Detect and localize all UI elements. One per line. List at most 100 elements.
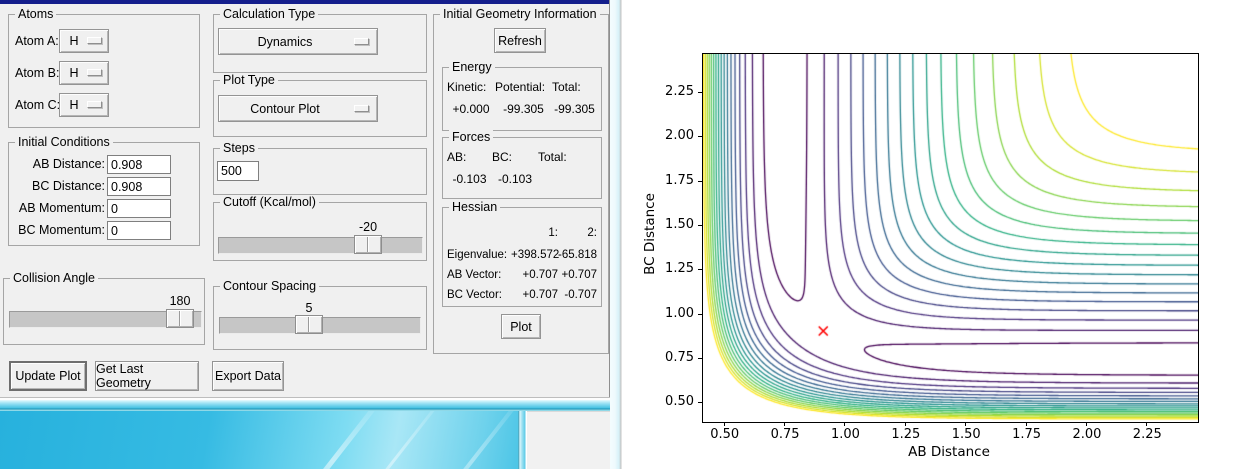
x-tick-mark <box>904 422 906 426</box>
energy-value: -99.305 <box>554 102 595 116</box>
atom-dropdown-value: H <box>69 66 79 80</box>
hessian-cell: AB Vector: <box>447 269 502 281</box>
window-bottom-glass-border <box>0 397 610 411</box>
plot-type-dropdown[interactable]: Contour Plot <box>218 95 378 122</box>
collision-angle-value: 180 <box>169 294 191 308</box>
contour-plot-window: 0.50 0.75 1.00 1.25 1.50 1.75 2.00 2.25 0.50 0.75… <box>610 0 1256 469</box>
hessian-row: Eigenvalue: +398.572 -65.818 <box>447 248 597 262</box>
collision-angle-slider[interactable] <box>9 309 202 328</box>
collision-angle-slider-handle[interactable] <box>166 309 194 328</box>
energy-value: -99.305 <box>503 102 544 116</box>
simulation-control-window: Atoms Atom A: H Atom B: H Atom C: H Calculati… <box>0 0 610 411</box>
y-tick-mark <box>698 313 702 315</box>
y-tick-mark <box>698 136 702 138</box>
atom-row-label: Atom B: <box>15 66 60 80</box>
y-tick-label: 1.25 <box>665 261 694 277</box>
x-tick-label: 2.00 <box>1072 427 1102 442</box>
hessian-cell: +0.707 <box>522 289 559 301</box>
y-tick-mark <box>698 402 702 404</box>
initial-condition-input-3[interactable] <box>107 221 171 240</box>
plot-type-title: Plot Type <box>220 73 278 88</box>
hessian-cell: Eigenvalue: <box>447 249 508 261</box>
atoms-group: Atoms Atom A: H Atom B: H Atom C: H <box>8 7 200 128</box>
initial-condition-input-1[interactable] <box>107 177 171 196</box>
initial-condition-label: AB Distance: <box>32 157 105 171</box>
get-last-geometry-button[interactable]: Get Last Geometry <box>95 361 199 391</box>
x-tick-label: 1.50 <box>951 427 981 442</box>
initial-condition-input-0[interactable] <box>107 155 171 174</box>
initial-conditions-title: Initial Conditions <box>15 135 113 150</box>
export-data-button[interactable]: Export Data <box>212 361 284 391</box>
cutoff-group: Cutoff (Kcal/mol) -20 <box>213 195 427 261</box>
cutoff-value: -20 <box>358 220 378 234</box>
calculation-type-dropdown[interactable]: Dynamics <box>218 28 378 55</box>
forces-header: Total: <box>538 150 567 164</box>
hessian-group: Hessian 1: 2: Eigenvalue: +398.572 -65.818… <box>442 200 602 307</box>
y-tick-mark <box>698 180 702 182</box>
energy-title: Energy <box>449 60 495 75</box>
cutoff-slider[interactable] <box>218 235 423 254</box>
cutoff-slider-handle[interactable] <box>354 235 382 254</box>
hessian-cell: +0.707 <box>522 269 559 281</box>
hessian-header-cell: 1: <box>548 227 558 239</box>
screen: { "window": { "atoms": { "title": "Atoms… <box>0 0 1256 469</box>
dropdown-indicator-icon <box>354 37 369 45</box>
dropdown-indicator-icon <box>87 37 102 44</box>
atom-dropdown-value: H <box>69 34 79 48</box>
hessian-cell: +0.707 <box>561 269 598 281</box>
hessian-row: BC Vector: +0.707 -0.707 <box>447 288 597 302</box>
x-tick-mark <box>965 422 967 426</box>
initial-condition-input-2[interactable] <box>107 199 171 218</box>
wallpaper-streak <box>336 411 451 469</box>
y-tick-label: 2.25 <box>665 84 694 100</box>
x-tick-label: 0.50 <box>710 427 740 442</box>
y-tick-mark <box>698 92 702 94</box>
x-tick-label: 1.00 <box>830 427 860 442</box>
atom-dropdown-value: H <box>69 98 79 112</box>
x-tick-label: 2.25 <box>1132 427 1162 442</box>
window-glass-edge <box>610 0 622 469</box>
x-tick-mark <box>784 422 786 426</box>
contour-spacing-title: Contour Spacing <box>220 279 320 294</box>
atom-dropdown-c[interactable]: H <box>59 93 109 117</box>
atom-dropdown-a[interactable]: H <box>59 29 109 53</box>
energy-value: +0.000 <box>452 102 490 116</box>
contour-spacing-slider[interactable] <box>219 315 421 334</box>
steps-group: Steps <box>213 141 427 195</box>
hessian-cell: +398.572 <box>511 249 560 261</box>
x-tick-mark <box>844 422 846 426</box>
y-tick-label: 1.50 <box>665 217 694 233</box>
y-tick-label: 1.75 <box>665 172 694 188</box>
y-tick-label: 2.00 <box>665 128 694 144</box>
hessian-cell: -65.818 <box>558 249 598 261</box>
contour-spacing-slider-handle[interactable] <box>295 315 323 334</box>
y-tick-mark <box>698 269 702 271</box>
atom-row-label: Atom C: <box>15 98 61 112</box>
atom-dropdown-b[interactable]: H <box>59 61 109 85</box>
hessian-header-row: 1: 2: <box>447 226 597 240</box>
dropdown-indicator-icon <box>354 104 369 112</box>
hessian-header-cell <box>447 226 511 240</box>
x-tick-mark <box>1085 422 1087 426</box>
cutoff-title: Cutoff (Kcal/mol) <box>220 195 319 210</box>
initial-geometry-title: Initial Geometry Information <box>440 7 600 22</box>
dropdown-indicator-icon <box>87 101 102 108</box>
forces-header: BC: <box>492 150 513 164</box>
y-tick-label: 1.00 <box>665 305 694 321</box>
plot-button[interactable]: Plot <box>501 314 541 339</box>
y-tick-label: 0.75 <box>665 350 694 366</box>
initial-geometry-group: Initial Geometry Information Refresh Ene… <box>433 7 609 354</box>
forces-group: Forces AB: BC: Total: -0.103 -0.103 <box>442 130 602 199</box>
calculation-type-group: Calculation Type Dynamics <box>213 7 427 73</box>
hessian-row: AB Vector: +0.707 +0.707 <box>447 268 597 282</box>
update-plot-button[interactable]: Update Plot <box>9 361 87 391</box>
x-tick-mark <box>1025 422 1027 426</box>
atom-row-label: Atom A: <box>15 34 59 48</box>
steps-input[interactable] <box>217 161 259 181</box>
refresh-button[interactable]: Refresh <box>494 28 546 53</box>
initial-condition-label: BC Momentum: <box>18 223 105 237</box>
collision-angle-group: Collision Angle 180 <box>3 271 205 345</box>
plot-type-value: Contour Plot <box>250 101 320 116</box>
x-tick-label: 1.75 <box>1012 427 1042 442</box>
energy-group: Energy Kinetic: Potential: Total: +0.000 -9… <box>442 60 602 131</box>
